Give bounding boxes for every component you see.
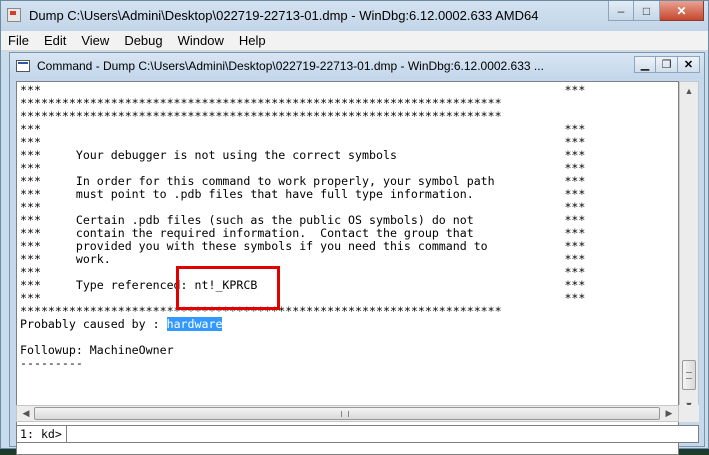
command-window-title-bar[interactable]: Command - Dump C:\Users\Admini\Desktop\0… (10, 53, 704, 79)
command-output-pane[interactable]: *** *** *********************************… (16, 81, 679, 455)
child-restore-button[interactable]: ❐ (656, 56, 678, 73)
menu-window[interactable]: Window (171, 31, 232, 50)
command-window-controls: ▁ ❐ ✕ (634, 56, 700, 73)
command-window: Command - Dump C:\Users\Admini\Desktop\0… (9, 52, 705, 455)
menu-bar: File Edit View Debug Window Help (1, 31, 708, 51)
scroll-left-arrow-icon[interactable]: ◀ (18, 406, 34, 421)
horizontal-scrollbar[interactable]: ◀ ▶ (16, 405, 679, 422)
menu-edit[interactable]: Edit (37, 31, 74, 50)
windbg-main-window: Dump C:\Users\Admini\Desktop\022719-2271… (0, 0, 709, 455)
vertical-scroll-thumb[interactable] (682, 360, 696, 390)
minimize-button[interactable]: – (608, 1, 634, 21)
scroll-up-arrow-icon[interactable]: ▲ (681, 83, 697, 99)
scroll-corner (679, 405, 699, 422)
menu-file[interactable]: File (1, 31, 37, 50)
command-input[interactable] (68, 426, 696, 442)
window-controls: – □ ✕ (608, 1, 704, 21)
windbg-app-icon (7, 8, 21, 22)
window-title: Dump C:\Users\Admini\Desktop\022719-2271… (29, 8, 539, 23)
selected-cause-text[interactable]: hardware (166, 317, 223, 331)
horizontal-scroll-thumb[interactable] (34, 407, 660, 420)
command-window-icon (16, 60, 30, 72)
child-close-button[interactable]: ✕ (678, 56, 700, 73)
dashes-line: --------- (20, 356, 83, 370)
close-button[interactable]: ✕ (660, 1, 704, 21)
followup-line: Followup: MachineOwner (20, 343, 174, 357)
main-title-bar[interactable]: Dump C:\Users\Admini\Desktop\022719-2271… (1, 1, 708, 31)
command-window-title: Command - Dump C:\Users\Admini\Desktop\0… (37, 59, 544, 73)
output-text: *** *** *********************************… (17, 82, 678, 370)
maximize-button[interactable]: □ (634, 1, 660, 21)
scroll-right-arrow-icon[interactable]: ▶ (661, 406, 677, 421)
kd-prompt: 1: kd> (17, 426, 67, 442)
command-bar: 1: kd> (16, 425, 699, 443)
child-minimize-button[interactable]: ▁ (634, 56, 656, 73)
probably-caused-by-line: Probably caused by : hardware (20, 317, 678, 331)
menu-debug[interactable]: Debug (117, 31, 170, 50)
menu-help[interactable]: Help (232, 31, 274, 50)
probably-caused-by-label: Probably caused by : (20, 317, 167, 331)
menu-view[interactable]: View (74, 31, 117, 50)
vertical-scrollbar[interactable]: ▲ ▼ (679, 81, 699, 415)
